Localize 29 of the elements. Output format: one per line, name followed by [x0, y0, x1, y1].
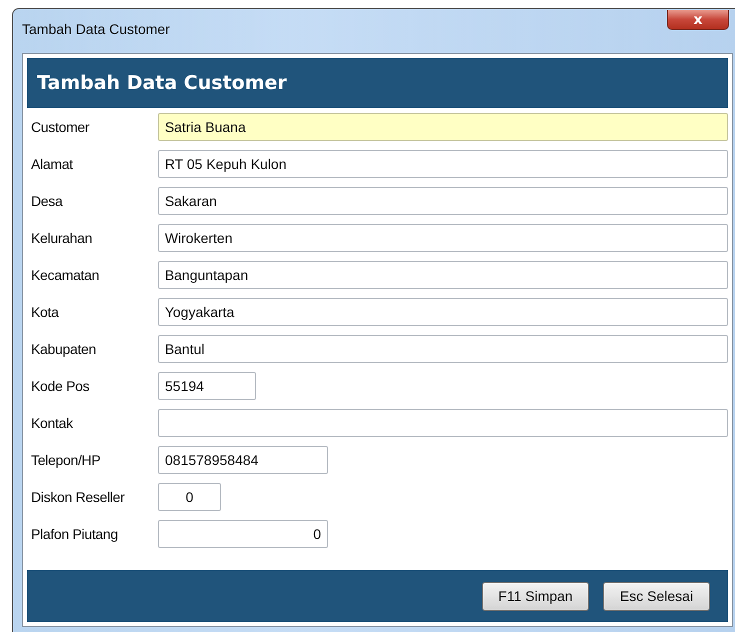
action-button[interactable]: Esc Selesai [603, 582, 710, 610]
text-field[interactable]: Sakaran [158, 187, 728, 215]
text-field[interactable]: Satria Buana [158, 113, 728, 141]
close-button[interactable]: x [667, 10, 729, 30]
phone-field[interactable]: 081578958484 [158, 446, 328, 474]
text-field[interactable]: Banguntapan [158, 261, 728, 289]
field-label: Kabupaten [30, 341, 98, 357]
text-field[interactable]: Yogyakarta [158, 298, 728, 326]
field-label: Desa [30, 193, 64, 209]
text-field[interactable]: RT 05 Kepuh Kulon [158, 150, 728, 178]
window-title: Tambah Data Customer [22, 21, 170, 37]
text-field[interactable] [158, 409, 728, 437]
field-label: Kelurahan [30, 230, 94, 246]
field-label: Customer [30, 119, 90, 135]
field-label: Kota [30, 304, 60, 320]
action-button[interactable]: F11 Simpan [482, 582, 589, 610]
discount-field[interactable]: 0 [158, 483, 221, 511]
field-label: Telepon/HP [30, 452, 102, 468]
field-label: Diskon Reseller [30, 489, 126, 505]
field-label: Kecamatan [30, 267, 100, 283]
amount-field[interactable]: 0 [158, 520, 328, 548]
field-label: Alamat [30, 156, 74, 172]
field-label: Plafon Piutang [30, 526, 119, 542]
field-label: Kode Pos [30, 378, 90, 394]
field-label: Kontak [30, 415, 74, 431]
form-title: Tambah Data Customer [37, 72, 287, 94]
postcode-field[interactable]: 55194 [158, 372, 256, 400]
text-field[interactable]: Bantul [158, 335, 728, 363]
text-field[interactable]: Wirokerten [158, 224, 728, 252]
